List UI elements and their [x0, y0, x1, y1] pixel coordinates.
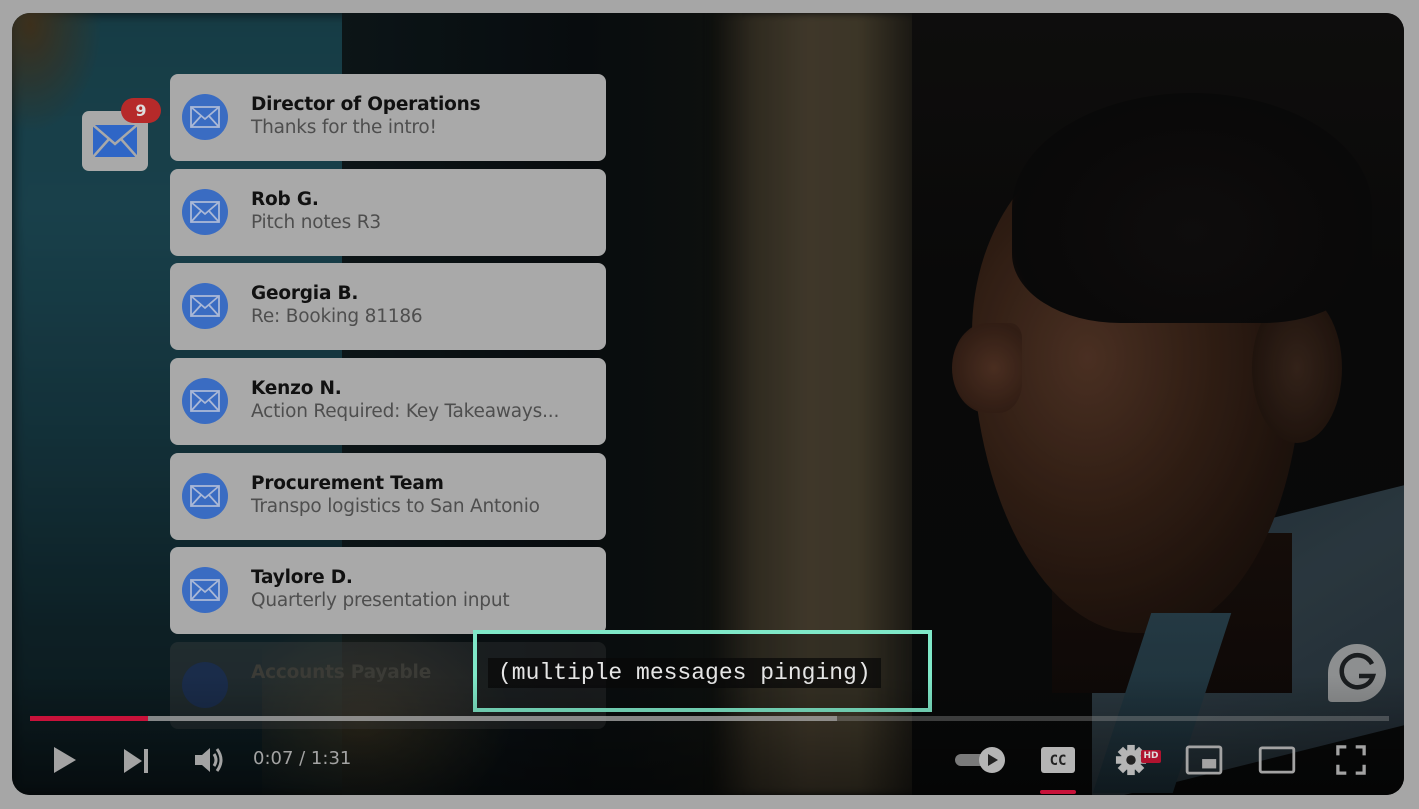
notification-sender: Georgia B. [251, 283, 359, 305]
envelope-icon [182, 567, 228, 614]
notification-card: Taylore D. Quarterly presentation input [170, 547, 606, 635]
mail-envelope-icon [92, 124, 138, 158]
envelope-icon [182, 94, 228, 140]
notification-card: Director of Operations Thanks for the in… [170, 74, 606, 161]
autoplay-toggle-icon [955, 747, 1005, 773]
hd-quality-badge: HD [1141, 750, 1161, 763]
buffered-bar [30, 716, 838, 721]
autoplay-toggle[interactable] [954, 745, 1008, 775]
notification-preview: Transpo logistics to San Antonio [251, 495, 540, 517]
notification-sender: Procurement Team [251, 472, 444, 494]
next-icon [124, 749, 148, 773]
played-bar [30, 716, 149, 721]
notification-sender: Taylore D. [251, 567, 353, 589]
time-display: 0:07 / 1:31 [253, 748, 352, 769]
captions-active-indicator [1040, 790, 1076, 794]
notification-sender: Kenzo N. [251, 378, 342, 400]
notification-preview: Thanks for the intro! [251, 117, 437, 138]
captions-button[interactable]: CC [1040, 746, 1076, 774]
notification-card: Procurement Team Transpo logistics to Sa… [170, 452, 606, 540]
play-button[interactable] [50, 746, 80, 774]
progress-bar[interactable] [30, 716, 1389, 721]
envelope-icon [182, 188, 228, 235]
unread-count-badge: 9 [121, 98, 161, 123]
fullscreen-button[interactable] [1334, 743, 1368, 777]
theater-mode-button[interactable] [1257, 745, 1297, 775]
miniplayer-icon [1185, 745, 1223, 775]
notification-card: Georgia B. Re: Booking 81186 [170, 263, 606, 351]
notification-card: Rob G. Pitch notes R3 [170, 168, 606, 256]
notification-preview: Re: Booking 81186 [251, 306, 423, 328]
notification-card: Kenzo N. Action Required: Key Takeaways.… [170, 358, 606, 446]
next-button[interactable] [122, 748, 152, 774]
play-icon [54, 747, 76, 773]
volume-button[interactable] [192, 745, 226, 775]
fullscreen-icon [1336, 745, 1366, 775]
controls-gradient [12, 675, 1404, 795]
notification-sender: Rob G. [251, 188, 319, 210]
theater-mode-icon [1258, 746, 1296, 774]
notification-preview: Action Required: Key Takeaways... [251, 401, 560, 423]
miniplayer-button[interactable] [1184, 744, 1224, 776]
notification-sender: Director of Operations [251, 94, 481, 115]
cc-icon: CC [1041, 747, 1075, 773]
envelope-icon [182, 472, 228, 519]
notification-preview: Quarterly presentation input [251, 590, 510, 612]
envelope-icon [182, 378, 228, 425]
volume-icon [195, 748, 223, 772]
video-player[interactable]: 9 Director of Operations Thanks for the … [12, 13, 1404, 795]
envelope-icon [182, 283, 228, 330]
notification-preview: Pitch notes R3 [251, 211, 381, 233]
svg-text:CC: CC [1050, 753, 1067, 769]
